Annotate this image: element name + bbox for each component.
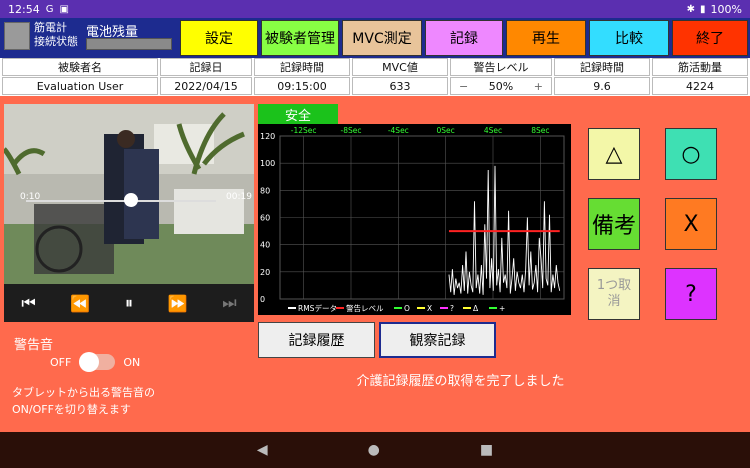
skip-previous-icon[interactable]: ⏮ — [21, 293, 35, 313]
y-tick-label: 100 — [260, 159, 275, 168]
warning-level-increase[interactable]: + — [534, 80, 543, 93]
alarm-off-label: OFF — [50, 355, 72, 369]
notes-button[interactable]: 備考 — [588, 198, 640, 250]
fast-forward-icon[interactable]: ⏩ — [168, 294, 188, 313]
google-icon: G — [45, 3, 54, 15]
sensor-status-indicator — [4, 22, 30, 50]
alarm-description: タブレットから出る警告音のON/OFFを切り替えます — [12, 386, 155, 416]
y-tick-label: 40 — [260, 241, 270, 250]
alarm-sound-toggle[interactable] — [79, 352, 116, 372]
legend-label: O — [404, 304, 410, 313]
home-icon[interactable]: ● — [368, 442, 380, 458]
header-muscle-activity: 筋活動量 — [652, 58, 748, 76]
compare-button[interactable]: 比較 — [589, 20, 669, 56]
sensor-status-label: 筋電計 接続状態 — [34, 21, 78, 48]
recording-duration-value: 9.6 — [554, 77, 650, 95]
header-record-date: 記録日 — [160, 58, 252, 76]
header-record-time: 記録時間 — [254, 58, 350, 76]
safety-status-badge: 安全 — [258, 104, 338, 124]
record-history-button[interactable]: 記録履歴 — [258, 322, 375, 358]
alarm-toggle-row: OFF ON — [50, 352, 141, 372]
android-nav-bar: ◀ ● ■ — [0, 432, 750, 468]
video-total-time: 00:19 — [226, 192, 252, 202]
bluetooth-icon: ✱ — [686, 3, 696, 15]
alarm-on-label: ON — [123, 355, 141, 369]
video-seek-bar[interactable] — [26, 200, 216, 202]
emg-chart-svg: 0 20 40 60 80 100 120 -12Sec -8Sec -4Sec 0Sec 4Sec 8… — [260, 126, 565, 313]
alarm-sound-label: 警告音 — [14, 338, 54, 353]
rewind-icon[interactable]: ⏪ — [70, 294, 90, 313]
legend-label: + — [499, 304, 505, 313]
warning-level-value: 50% — [488, 79, 514, 93]
question-mark-button[interactable]: ? — [665, 268, 717, 320]
x-tick-label: -4Sec — [388, 126, 409, 135]
header-subject-name: 被験者名 — [2, 58, 158, 76]
legend-label: Δ — [473, 304, 479, 313]
legend-label: X — [427, 304, 432, 313]
header-mvc-value: MVC値 — [352, 58, 448, 76]
y-tick-label: 60 — [260, 214, 270, 223]
circle-mark-button[interactable]: ○ — [665, 128, 717, 180]
legend-label: ? — [450, 304, 454, 313]
settings-button[interactable]: 設定 — [180, 20, 258, 56]
legend-label: 警告レベル — [346, 303, 384, 313]
top-toolbar: 筋電計 接続状態 電池残量 設定 被験者管理 MVC測定 記録 再生 比較 終了 — [0, 18, 750, 58]
muscle-activity-value: 4224 — [652, 77, 748, 95]
x-tick-label: -8Sec — [341, 126, 362, 135]
exit-button[interactable]: 終了 — [672, 20, 748, 56]
warning-level-decrease[interactable]: − — [459, 80, 468, 93]
status-message: 介護記録履歴の取得を完了しました — [356, 374, 565, 389]
battery-percent: 100% — [710, 2, 742, 16]
triangle-mark-button[interactable]: △ — [588, 128, 640, 180]
status-bar: 12:54 G ▣ ✱ ▮ 100% — [0, 0, 750, 18]
subject-name-value: Evaluation User — [2, 77, 158, 95]
undo-one-button[interactable]: 1つ取消 — [588, 268, 640, 320]
battery-icon: ▮ — [700, 3, 706, 15]
legend-label: RMSデータ — [298, 303, 337, 313]
video-seek-handle[interactable] — [124, 193, 138, 207]
pause-icon[interactable]: ⏸ — [125, 293, 133, 313]
header-warning-level: 警告レベル — [450, 58, 552, 76]
mvc-measure-button[interactable]: MVC測定 — [342, 20, 422, 56]
warning-level-stepper: − 50% + — [450, 77, 552, 95]
x-tick-label: 0Sec — [437, 126, 455, 135]
x-mark-button[interactable]: X — [665, 198, 717, 250]
notification-icon: ▣ — [59, 3, 69, 15]
record-time-value: 09:15:00 — [254, 77, 350, 95]
emg-chart: 0 20 40 60 80 100 120 -12Sec -8Sec -4Sec 0Sec 4Sec 8… — [258, 124, 571, 315]
playback-button[interactable]: 再生 — [506, 20, 586, 56]
x-tick-label: 8Sec — [531, 126, 549, 135]
recents-icon[interactable]: ■ — [480, 442, 493, 458]
x-tick-label: 4Sec — [484, 126, 502, 135]
record-button[interactable]: 記録 — [425, 20, 503, 56]
y-tick-label: 80 — [260, 186, 270, 195]
header-recording-duration: 記録時間 — [554, 58, 650, 76]
mvc-value: 633 — [352, 77, 448, 95]
y-tick-label: 20 — [260, 268, 270, 277]
video-controls: ⏮ ⏪ ⏸ ⏩ ⏭ — [4, 284, 254, 322]
y-tick-label: 120 — [260, 132, 275, 141]
record-date-value: 2022/04/15 — [160, 77, 252, 95]
record-info-table: 被験者名 記録日 記録時間 MVC値 警告レベル 記録時間 筋活動量 Evalu… — [0, 58, 750, 96]
video-player[interactable]: 0:10 00:19 ⏮ ⏪ ⏸ ⏩ ⏭ — [4, 104, 254, 322]
y-tick-label: 0 — [260, 295, 265, 304]
skip-next-icon[interactable]: ⏭ — [222, 293, 236, 313]
x-tick-label: -12Sec — [291, 126, 317, 135]
clock: 12:54 — [8, 2, 40, 16]
back-icon[interactable]: ◀ — [257, 442, 268, 458]
subject-management-button[interactable]: 被験者管理 — [261, 20, 339, 56]
toggle-knob — [79, 352, 100, 372]
observation-record-button[interactable]: 観察記録 — [379, 322, 496, 358]
battery-level-bar — [86, 38, 172, 50]
